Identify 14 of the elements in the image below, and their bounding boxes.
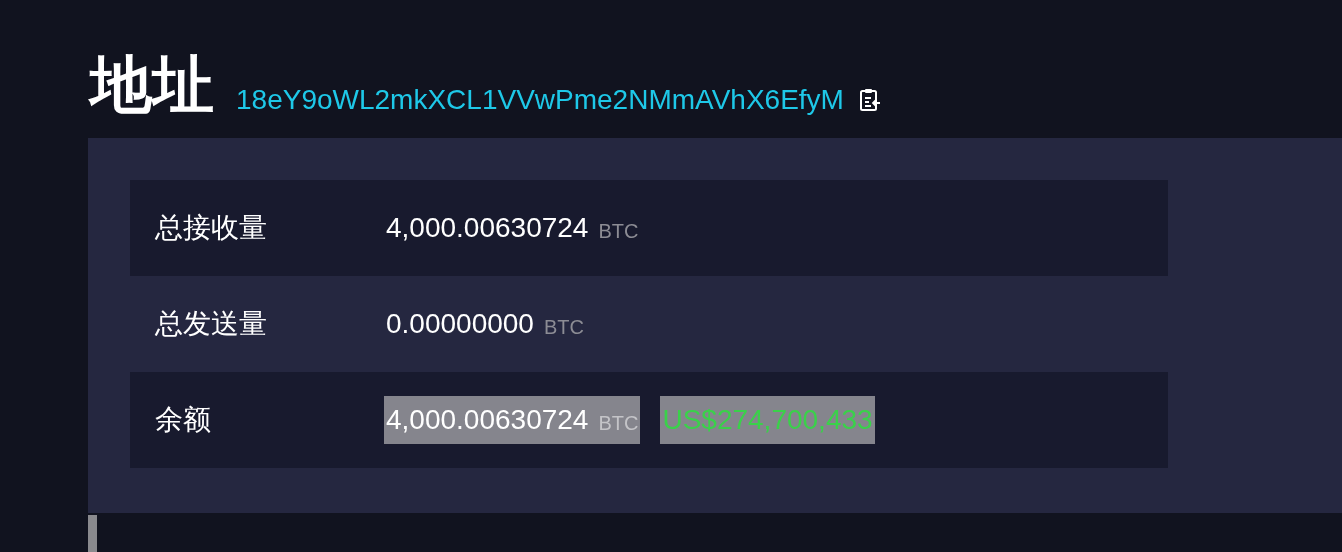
usd-value: US$274,700,433 — [660, 396, 875, 444]
amount-text: 4,000.00630724 — [386, 211, 589, 245]
unit-text: BTC — [543, 315, 584, 340]
scroll-marker — [88, 515, 97, 552]
copy-icon[interactable] — [857, 87, 882, 113]
page-title: 地址 — [90, 54, 214, 116]
row-label: 总发送量 — [154, 306, 268, 342]
address-text: 18eY9oWL2mkXCL1VVwPme2NMmAVhX6EfyM — [236, 86, 844, 114]
row-label: 总接收量 — [154, 210, 268, 246]
amount-text: 4,000.00630724 — [386, 403, 589, 437]
unit-text: BTC — [598, 411, 639, 436]
amount-text: 0.00000000 — [386, 307, 534, 341]
row-label: 余额 — [154, 402, 212, 438]
unit-text: BTC — [598, 219, 639, 244]
